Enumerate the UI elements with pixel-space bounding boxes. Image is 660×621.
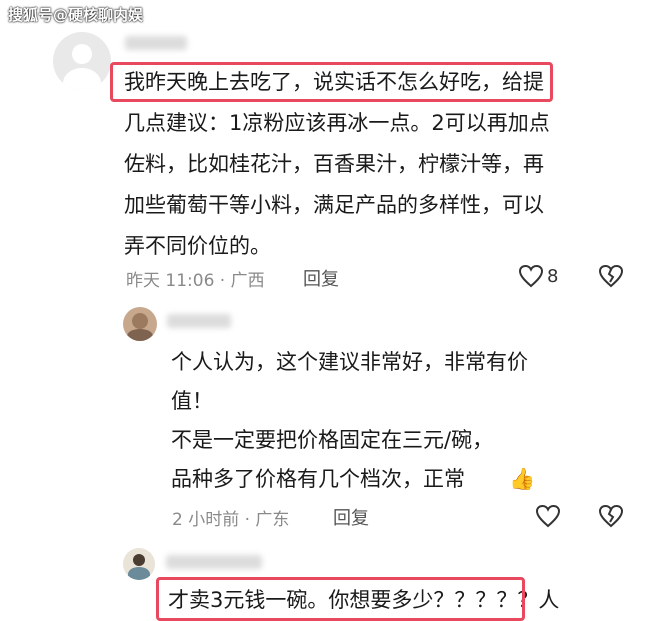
heart-icon[interactable] xyxy=(518,264,544,288)
watermark: 搜狐号@硬核聊内娱 xyxy=(8,6,144,24)
broken-heart-icon[interactable] xyxy=(598,264,624,288)
heart-icon[interactable] xyxy=(535,504,561,528)
thumbs-up-emoji: 👍 xyxy=(509,467,536,491)
reply-username-blurred[interactable] xyxy=(166,555,262,569)
reply-text-line-1: 个人认为，这个建议非常好，非常有价 xyxy=(171,350,528,374)
reply-text-line-2: 值！ xyxy=(171,389,213,413)
broken-heart-icon[interactable] xyxy=(598,504,624,528)
comment-text-line-2: 几点建议：1凉粉应该再冰一点。2可以再加点 xyxy=(124,111,550,135)
like-count: 8 xyxy=(547,266,559,287)
comment-meta: 昨天 11:06 · 广西 xyxy=(126,271,265,291)
highlight-box-reply xyxy=(156,577,525,621)
comment-text-line-3: 佐料，比如桂花汁，百香果汁，柠檬汁等，再 xyxy=(124,152,544,176)
reply-text-line-4: 品种多了价格有几个档次，正常 xyxy=(171,467,465,491)
reply-username-blurred[interactable] xyxy=(167,314,231,328)
reply-avatar[interactable] xyxy=(123,307,157,341)
avatar[interactable] xyxy=(53,32,111,90)
reply-button[interactable]: 回复 xyxy=(303,265,339,291)
comment-text-line-5: 弄不同价位的。 xyxy=(124,234,271,258)
reply-meta: 2 小时前 · 广东 xyxy=(172,510,290,530)
reply-text-line-3: 不是一定要把价格固定在三元/碗， xyxy=(171,428,494,452)
reply-avatar[interactable] xyxy=(123,548,155,580)
highlight-box-comment xyxy=(110,62,553,102)
reply-reply-button[interactable]: 回复 xyxy=(333,504,369,530)
username-blurred[interactable] xyxy=(125,36,187,50)
comment-text-line-4: 加些葡萄干等小料，满足产品的多样性，可以 xyxy=(124,193,544,217)
